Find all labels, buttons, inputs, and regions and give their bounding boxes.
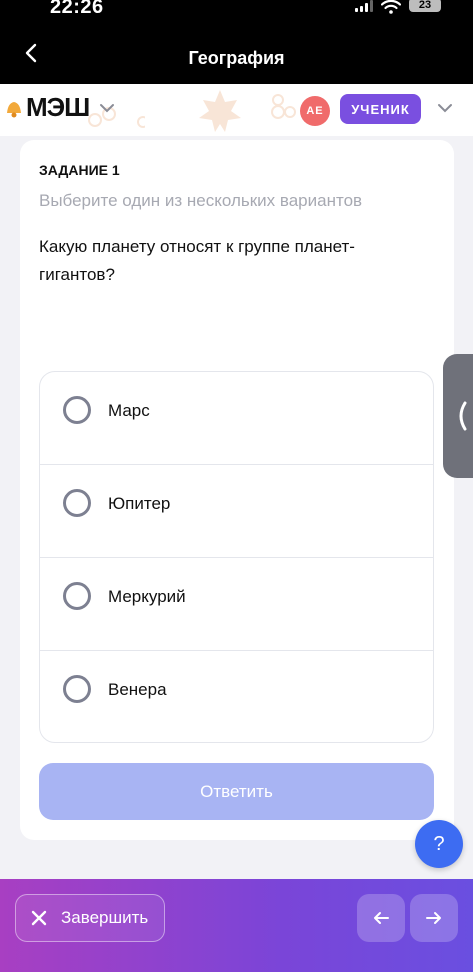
- option-label: Марс: [108, 401, 150, 420]
- role-badge[interactable]: УЧЕНИК: [340, 94, 421, 124]
- side-panel-tab[interactable]: [443, 354, 473, 478]
- next-button[interactable]: [410, 894, 458, 942]
- submit-button[interactable]: Ответить: [39, 763, 434, 820]
- status-icons: 23: [355, 0, 441, 14]
- radio-button[interactable]: [63, 675, 91, 703]
- signal-icon: [355, 0, 373, 12]
- task-hint: Выберите один из нескольких вариантов: [39, 191, 363, 210]
- status-time: 22:26: [50, 0, 104, 18]
- option-label: Венера: [108, 680, 167, 699]
- avatar[interactable]: АЕ: [300, 96, 330, 126]
- app-header: МЭШ АЕ УЧЕНИК: [0, 84, 473, 136]
- nav-bar: География: [0, 22, 473, 84]
- flower-decoration-icon: [271, 94, 296, 119]
- prev-button[interactable]: [357, 894, 405, 942]
- bell-icon: [7, 101, 21, 117]
- finish-label: Завершить: [61, 908, 149, 927]
- help-button[interactable]: ?: [415, 820, 463, 868]
- chevron-down-icon[interactable]: [98, 102, 116, 114]
- bottom-bar: Завершить: [0, 879, 473, 972]
- radio-button[interactable]: [63, 489, 91, 517]
- wifi-icon: [381, 0, 401, 14]
- arrow-left-icon: [374, 912, 389, 924]
- chevron-down-icon[interactable]: [436, 102, 454, 114]
- leaf-decoration-icon: [199, 90, 241, 132]
- chevron-left-icon: [459, 401, 467, 431]
- page-title: География: [188, 48, 285, 68]
- logo-text: МЭШ: [26, 92, 90, 122]
- answer-option[interactable]: Венера: [40, 651, 433, 742]
- status-bar: 22:26 23: [0, 0, 473, 22]
- option-label: Юпитер: [108, 494, 171, 513]
- answer-option[interactable]: Юпитер: [40, 465, 433, 558]
- task-card: ЗАДАНИЕ 1 Выберите один из нескольких ва…: [20, 140, 454, 840]
- close-icon: [31, 910, 47, 926]
- finish-button[interactable]: Завершить: [15, 894, 165, 942]
- answer-options: Марс Юпитер Меркурий Венера: [39, 371, 434, 743]
- answer-option[interactable]: Меркурий: [40, 558, 433, 651]
- answer-option[interactable]: Марс: [40, 372, 433, 465]
- battery-icon: 23: [409, 0, 441, 12]
- radio-button[interactable]: [63, 582, 91, 610]
- battery-level: 23: [418, 0, 432, 11]
- option-label: Меркурий: [108, 587, 186, 606]
- radio-button[interactable]: [63, 396, 91, 424]
- question-text: Какую планету относят к группе планет-ги…: [39, 237, 355, 284]
- logo[interactable]: МЭШ: [4, 92, 90, 123]
- task-label: ЗАДАНИЕ 1: [39, 162, 120, 178]
- arrow-right-icon: [426, 912, 441, 924]
